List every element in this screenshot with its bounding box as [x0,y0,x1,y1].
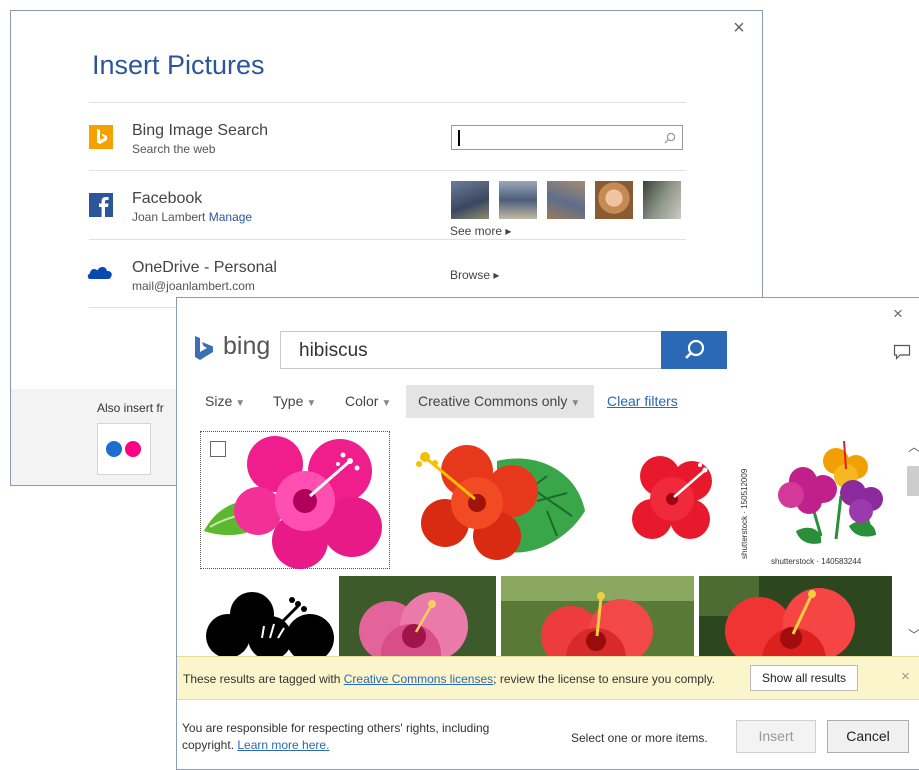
scrollbar-thumb[interactable] [907,466,919,496]
image-result[interactable] [200,576,334,656]
notice-text-after: ; review the license to ensure you compl… [493,672,716,686]
hibiscus-photo [699,576,892,656]
image-result[interactable] [339,576,496,656]
source-name-facebook[interactable]: Facebook [132,190,202,208]
facebook-photo[interactable] [547,181,585,219]
divider [89,170,686,171]
facebook-photo[interactable] [595,181,633,219]
facebook-icon [89,193,113,217]
search-button[interactable] [661,331,727,369]
scroll-up-icon[interactable]: ︿ [908,438,919,455]
divider [89,102,686,103]
onedrive-icon [87,263,115,281]
image-result[interactable] [501,576,694,656]
clear-filters-link[interactable]: Clear filters [607,393,678,409]
close-notice-icon[interactable]: × [901,668,910,685]
responsibility-message: You are responsible for respecting other… [182,721,490,752]
account-name: Joan Lambert [132,210,206,224]
dialog-title: Insert Pictures [92,50,265,80]
source-sub-bing: Search the web [132,142,216,156]
flickr-icon [106,441,141,457]
color-filter[interactable]: Color ▼ [345,393,391,409]
creative-commons-link[interactable]: Creative Commons licenses [344,672,493,686]
insert-button[interactable]: Insert [736,720,816,753]
hibiscus-image [206,592,334,656]
size-filter[interactable]: Size ▼ [205,393,245,409]
shutterstock-watermark: shutterstock · 150512009 [740,468,749,559]
bing-logo-icon [193,335,219,366]
type-filter-label: Type [273,393,304,409]
source-sub-facebook: Joan Lambert Manage [132,210,252,224]
creative-commons-filter[interactable]: Creative Commons only ▼ [418,393,580,409]
flickr-button[interactable] [97,423,151,475]
cancel-button[interactable]: Cancel [827,720,909,753]
divider [89,239,686,240]
search-icon [685,339,705,359]
image-result[interactable] [200,431,390,569]
creative-commons-filter-label: Creative Commons only [418,393,568,409]
close-icon[interactable]: × [893,304,903,324]
hibiscus-photo [339,576,496,656]
dropdown-arrow-icon: ▼ [570,398,581,409]
type-filter[interactable]: Type ▼ [273,393,316,409]
source-name-onedrive[interactable]: OneDrive - Personal [132,259,277,277]
bing-icon [89,125,113,149]
learn-more-link[interactable]: Learn more here. [237,738,329,752]
notice-text-before: These results are tagged with [183,672,344,686]
facebook-photo[interactable] [643,181,681,219]
hibiscus-image [204,436,382,569]
hibiscus-image [416,445,585,560]
dropdown-arrow-icon: ▼ [381,398,392,409]
text-caret [458,130,460,146]
size-filter-label: Size [205,393,233,409]
source-sub-onedrive: mail@joanlambert.com [132,279,255,293]
also-insert-label: Also insert fr [97,401,164,415]
see-more-link[interactable]: See more ▸ [450,224,511,238]
close-icon[interactable]: × [729,17,749,40]
bing-image-search-dialog: × bing hibiscus Size ▼ Type ▼ Color ▼ Creat… [176,297,919,770]
feedback-icon[interactable] [893,344,911,365]
shutterstock-watermark: shutterstock · 140583244 [771,557,862,566]
bing-search-input[interactable] [451,125,683,150]
bing-logo-text: bing [223,332,271,360]
search-icon[interactable] [664,131,676,144]
scroll-down-icon[interactable]: ﹀ [908,626,919,643]
browse-link[interactable]: Browse ▸ [450,268,499,282]
hibiscus-photo [501,576,694,656]
image-results-grid: shutterstock · 150512009 shutterstock · … [177,428,902,656]
hibiscus-image [778,440,883,544]
dropdown-arrow-icon: ▼ [235,398,246,409]
facebook-photo[interactable] [451,181,489,219]
image-result[interactable] [397,431,593,569]
show-all-results-button[interactable]: Show all results [750,665,858,691]
creative-commons-notice: These results are tagged with Creative C… [177,656,919,700]
results-scrollbar[interactable]: ︿ ﹀ [907,428,919,656]
facebook-photo[interactable] [499,181,537,219]
bing-search-input[interactable]: hibiscus [280,331,662,369]
selection-status: Select one or more items. [571,731,708,745]
notice-text: These results are tagged with Creative C… [183,672,715,686]
source-name-bing[interactable]: Bing Image Search [132,122,268,140]
image-result[interactable]: shutterstock · 140583244 [761,431,892,569]
color-filter-label: Color [345,393,379,409]
image-result[interactable]: shutterstock · 150512009 [600,431,755,569]
dropdown-arrow-icon: ▼ [306,398,317,409]
responsibility-text: You are responsible for respecting other… [182,720,542,754]
hibiscus-image [632,456,712,539]
select-checkbox[interactable] [210,441,226,457]
manage-link[interactable]: Manage [209,210,252,224]
image-result[interactable] [699,576,892,656]
